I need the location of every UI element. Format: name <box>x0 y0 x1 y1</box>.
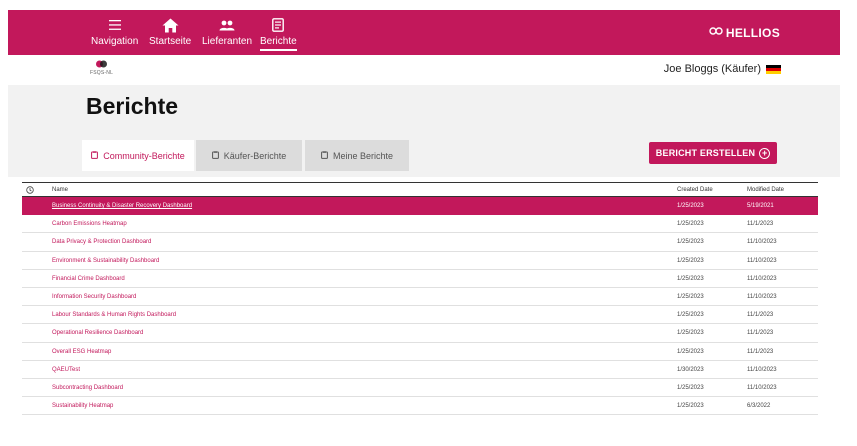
plus-circle-icon: + <box>759 147 771 159</box>
table-row[interactable]: Subcontracting Dashboard 1/25/2023 11/10/2… <box>22 379 818 398</box>
clipboard-icon <box>91 150 99 161</box>
modified-date: 11/1/2023 <box>747 221 774 228</box>
modified-date: 6/3/2022 <box>747 403 771 410</box>
sub-header: FSQS-NL Joe Bloggs (Käufer) <box>8 55 840 85</box>
modified-date: 11/10/2023 <box>747 384 777 391</box>
user-name: Joe Bloggs (Käufer) <box>663 63 761 75</box>
column-header-name[interactable]: Name <box>52 187 68 193</box>
nav-item-startseite[interactable]: Startseite <box>149 15 191 48</box>
created-date: 1/25/2023 <box>677 330 704 337</box>
modified-date: 11/10/2023 <box>747 275 777 282</box>
report-name-link[interactable]: Overall ESG Heatmap <box>52 349 111 355</box>
table-row[interactable]: Information Security Dashboard 1/25/2023 1… <box>22 288 818 307</box>
table-row[interactable]: Environment & Sustainability Dashboard 1/… <box>22 252 818 270</box>
nav-label-lieferanten: Lieferanten <box>202 36 253 47</box>
column-header-created[interactable]: Created Date <box>677 187 713 193</box>
nav-label-navigation: Navigation <box>91 36 139 47</box>
modified-date: 11/1/2023 <box>747 312 774 319</box>
created-date: 1/25/2023 <box>677 257 704 264</box>
report-name-link[interactable]: Carbon Emissions Heatmap <box>52 221 127 227</box>
column-header-modified[interactable]: Modified Date <box>747 187 784 193</box>
modified-date: 11/1/2023 <box>747 330 774 337</box>
table-row[interactable]: Labour Standards & Human Rights Dashboar… <box>22 306 818 325</box>
nav-item-lieferanten[interactable]: Lieferanten <box>202 15 252 48</box>
top-navigation-bar: Navigation Startseite Lieferanten Berich… <box>8 10 840 55</box>
report-name-link[interactable]: Labour Standards & Human Rights Dashboar… <box>52 312 176 318</box>
modified-date: 11/10/2023 <box>747 257 777 264</box>
nav-item-berichte[interactable]: Berichte <box>260 15 297 51</box>
created-date: 1/25/2023 <box>677 203 704 209</box>
modified-date: 11/10/2023 <box>747 293 777 300</box>
created-date: 1/30/2023 <box>677 366 704 373</box>
report-name-link[interactable]: Sustainability Heatmap <box>52 403 113 409</box>
report-name-link[interactable]: Subcontracting Dashboard <box>52 385 123 391</box>
reports-table: Name Created Date Modified Date Business… <box>22 182 818 416</box>
tab-label: Meine Berichte <box>332 150 394 161</box>
report-name-link[interactable]: QAEUTest <box>52 367 80 373</box>
brand-name: HELLIOS <box>725 25 780 40</box>
report-name-link[interactable]: Data Privacy & Protection Dashboard <box>52 239 151 245</box>
clock-icon[interactable] <box>26 186 34 196</box>
page-title: Berichte <box>86 93 179 119</box>
nav-label-startseite: Startseite <box>149 36 192 47</box>
modified-date: 11/1/2023 <box>747 348 774 355</box>
created-date: 1/25/2023 <box>677 293 704 300</box>
created-date: 1/25/2023 <box>677 312 704 319</box>
report-name-link[interactable]: Operational Resilience Dashboard <box>52 330 143 336</box>
table-row[interactable]: Financial Crime Dashboard 1/25/2023 11/10/… <box>22 270 818 288</box>
report-name-link[interactable]: Environment & Sustainability Dashboard <box>52 258 159 264</box>
table-header: Name Created Date Modified Date <box>22 182 818 197</box>
report-name-link[interactable]: Financial Crime Dashboard <box>52 276 125 282</box>
fsqs-logo-icon <box>96 60 108 68</box>
brand-logo[interactable]: HELLIOS <box>709 25 780 40</box>
created-date: 1/25/2023 <box>677 239 704 246</box>
table-row[interactable]: Carbon Emissions Heatmap 1/25/2023 11/1/20… <box>22 215 818 234</box>
table-row[interactable]: Overall ESG Heatmap 1/25/2023 11/1/2023 <box>22 343 818 361</box>
clipboard-icon <box>321 150 328 161</box>
created-date: 1/25/2023 <box>677 348 704 355</box>
user-menu[interactable]: Joe Bloggs (Käufer) <box>664 63 781 75</box>
nav-label-berichte: Berichte <box>260 36 297 51</box>
fsqs-logo-text: FSQS-NL <box>90 70 114 76</box>
report-name-link[interactable]: Information Security Dashboard <box>52 294 136 300</box>
table-row[interactable]: Operational Resilience Dashboard 1/25/202… <box>22 324 818 343</box>
german-flag-icon[interactable] <box>766 64 781 74</box>
create-report-button[interactable]: BERICHT ERSTELLEN + <box>649 142 777 164</box>
tab-label: Community-Berichte <box>103 150 185 161</box>
tab-community-berichte[interactable]: Community-Berichte <box>82 140 194 171</box>
fsqs-logo: FSQS-NL <box>90 59 113 76</box>
home-icon <box>162 15 179 35</box>
table-row[interactable]: QAEUTest 1/30/2023 11/10/2023 <box>22 361 818 379</box>
people-icon <box>219 15 235 35</box>
tab-meine-berichte[interactable]: Meine Berichte <box>305 140 409 171</box>
tab-kaeufer-berichte[interactable]: Käufer-Berichte <box>196 140 302 171</box>
hamburger-icon <box>108 15 121 35</box>
table-row[interactable]: Business Continuity & Disaster Recovery … <box>22 197 818 216</box>
modified-date: 11/10/2023 <box>747 239 777 246</box>
tab-label: Käufer-Berichte <box>223 150 287 161</box>
report-name-link[interactable]: Business Continuity & Disaster Recovery … <box>52 203 192 209</box>
create-report-label: BERICHT ERSTELLEN <box>655 148 756 158</box>
reports-header-area: Berichte Community-Berichte Käufer-Beric… <box>8 85 840 177</box>
created-date: 1/25/2023 <box>677 403 704 410</box>
table-row[interactable]: Data Privacy & Protection Dashboard 1/25/… <box>22 233 818 252</box>
modified-date: 11/10/2023 <box>747 366 777 373</box>
table-body: Business Continuity & Disaster Recovery … <box>22 197 818 416</box>
nav-item-navigation[interactable]: Navigation <box>91 15 138 48</box>
created-date: 1/25/2023 <box>677 384 704 391</box>
table-row[interactable]: Sustainability Heatmap 1/25/2023 6/3/2022 <box>22 397 818 416</box>
reports-icon <box>272 15 285 35</box>
modified-date: 5/19/2021 <box>747 203 774 209</box>
page: Navigation Startseite Lieferanten Berich… <box>0 0 857 446</box>
clipboard-icon <box>211 150 219 161</box>
created-date: 1/25/2023 <box>677 275 704 282</box>
hellios-logo-icon <box>709 25 723 40</box>
created-date: 1/25/2023 <box>677 221 704 228</box>
